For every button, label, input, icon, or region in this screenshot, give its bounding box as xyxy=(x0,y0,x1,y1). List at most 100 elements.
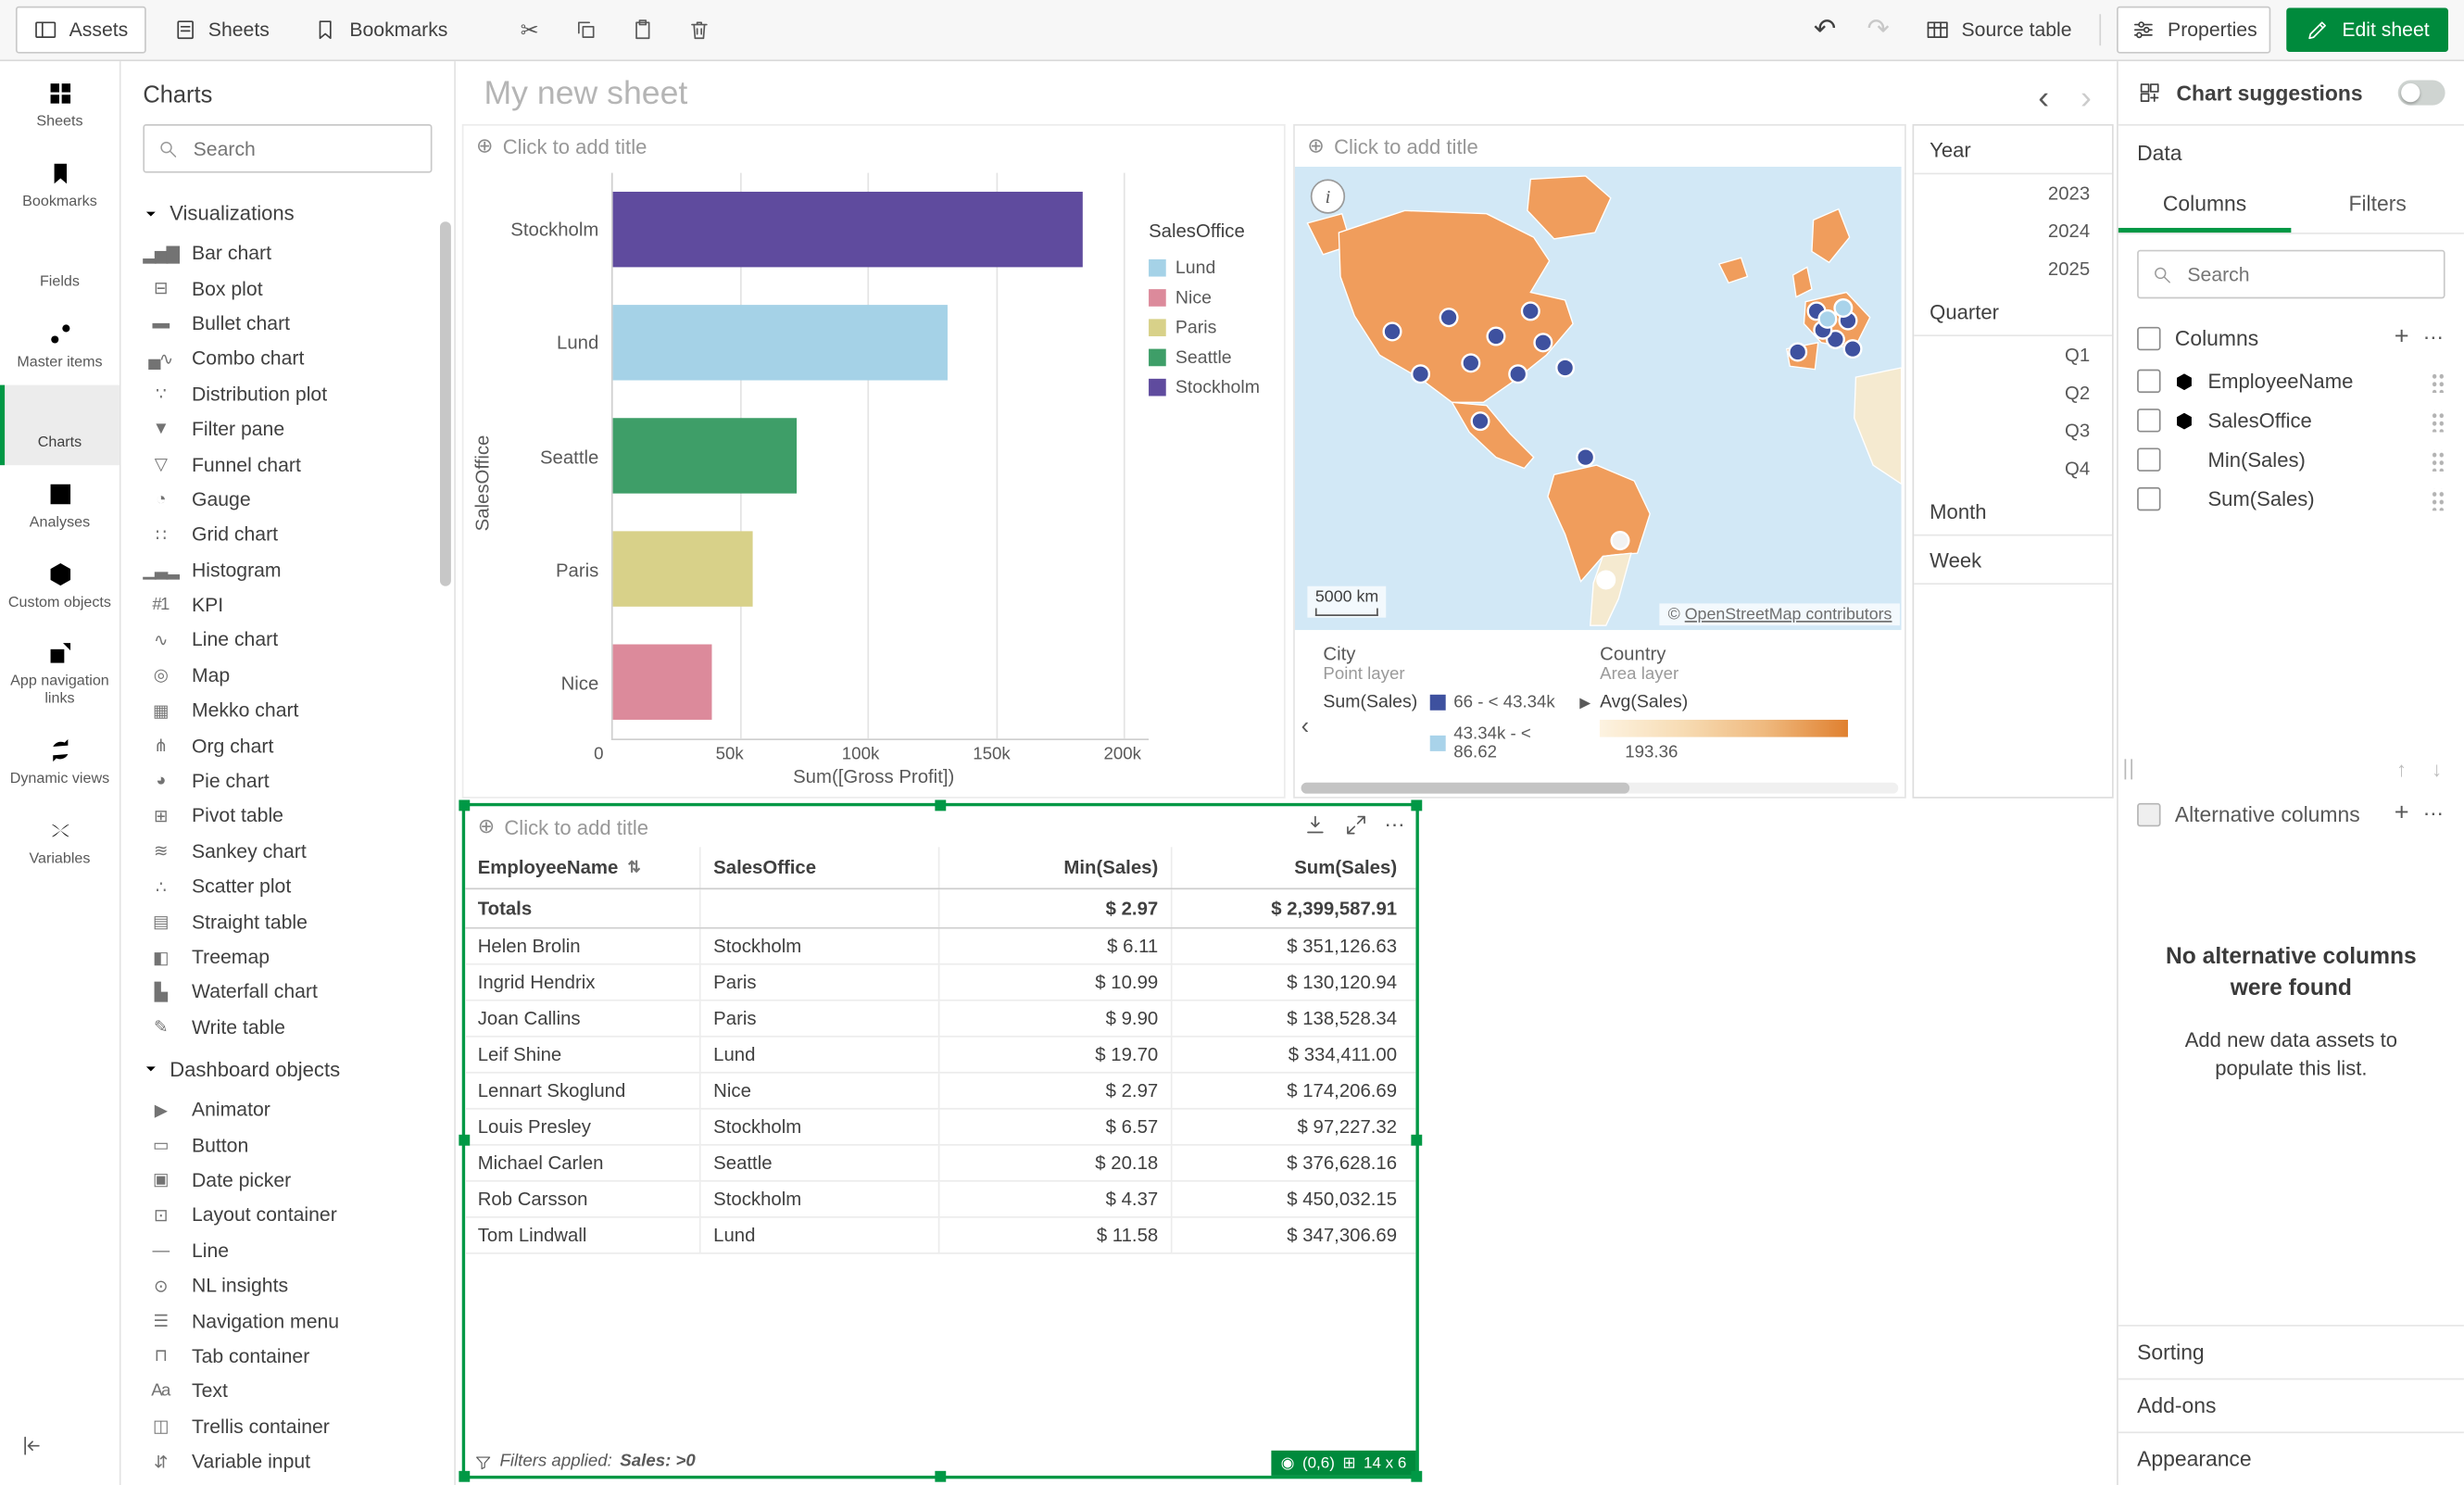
copy-button[interactable] xyxy=(562,7,610,51)
sidebar-item-bookmarks[interactable]: Bookmarks xyxy=(0,145,119,224)
chart-type-kpi[interactable]: #1KPI xyxy=(143,587,447,623)
chart-type-text[interactable]: AaText xyxy=(143,1374,447,1409)
column-checkbox[interactable] xyxy=(2137,447,2160,471)
world-map[interactable] xyxy=(1295,167,1902,630)
table-row[interactable]: Louis PresleyStockholm$ 6.57$ 97,227.32 xyxy=(465,1110,1415,1146)
accordion-sorting[interactable]: Sorting xyxy=(2118,1325,2464,1378)
legend-next-icon[interactable]: ▶ xyxy=(1579,695,1590,712)
legend-item-stockholm[interactable]: Stockholm xyxy=(1149,372,1277,402)
osm-link[interactable]: OpenStreetMap contributors xyxy=(1685,605,1892,623)
filter-section-week[interactable]: Week xyxy=(1914,535,2112,585)
table-object-selected[interactable]: ⊕ Click to add title ⋯ EmployeeName⇅Sale… xyxy=(462,803,1419,1479)
chart-type-layout-container[interactable]: ⊡Layout container xyxy=(143,1198,447,1233)
column-item-min-sales[interactable]: Min(Sales) xyxy=(2118,440,2464,479)
section-header-visualizations[interactable]: Visualizations xyxy=(143,189,447,236)
table-row[interactable]: Leif ShineLund$ 19.70$ 334,411.00 xyxy=(465,1038,1415,1074)
resize-handle-nw[interactable] xyxy=(459,799,470,811)
alternative-columns-checkbox[interactable] xyxy=(2137,802,2160,825)
section-header-dashboard-objects[interactable]: Dashboard objects xyxy=(143,1045,447,1092)
move-up-icon[interactable]: ↑ xyxy=(2396,757,2407,780)
column-header-employeename[interactable]: EmployeeName⇅ xyxy=(465,847,700,887)
drag-handle-icon[interactable] xyxy=(2431,488,2445,510)
resize-handle-ne[interactable] xyxy=(1411,799,1422,811)
column-item-employeename[interactable]: EmployeeName xyxy=(2118,361,2464,400)
column-item-salesoffice[interactable]: SalesOffice xyxy=(2118,401,2464,440)
next-sheet-button[interactable]: › xyxy=(2081,81,2092,119)
bar-seattle[interactable] xyxy=(613,419,797,494)
sidebar-item-variables[interactable]: Variables xyxy=(0,802,119,882)
map-canvas[interactable]: i 5000 km © OpenStreetMap contributors xyxy=(1295,167,1905,630)
move-down-icon[interactable]: ↓ xyxy=(2432,757,2442,780)
legend-item-paris[interactable]: Paris xyxy=(1149,313,1277,343)
tab-bookmarks[interactable]: Bookmarks xyxy=(296,6,465,54)
table-row[interactable]: Lennart SkoglundNice$ 2.97$ 174,206.69 xyxy=(465,1074,1415,1110)
columns-search-input[interactable] xyxy=(2184,261,2431,286)
chart-type-animator[interactable]: ▶Animator xyxy=(143,1092,447,1127)
table-row[interactable]: Joan CallinsParis$ 9.90$ 138,528.34 xyxy=(465,1001,1415,1038)
chart-type-navigation-menu[interactable]: ☰Navigation menu xyxy=(143,1303,447,1339)
chart-type-histogram[interactable]: ▁▃▂Histogram xyxy=(143,552,447,587)
resize-handle-sw[interactable] xyxy=(459,1471,470,1482)
cut-button[interactable]: ✂ xyxy=(506,7,553,51)
filter-section-month[interactable]: Month xyxy=(1914,487,2112,536)
chart-type-combo-chart[interactable]: ▄∿Combo chart xyxy=(143,341,447,376)
add-alternative-icon[interactable]: + xyxy=(2395,801,2409,826)
chart-type-treemap[interactable]: ◧Treemap xyxy=(143,939,447,975)
column-checkbox[interactable] xyxy=(2137,370,2160,393)
sidebar-item-custom-objects[interactable]: Custom objects xyxy=(0,545,119,624)
sidebar-item-charts[interactable]: Charts xyxy=(0,384,119,464)
accordion-appearance[interactable]: Appearance xyxy=(2118,1431,2464,1485)
column-header-min-sales[interactable]: Min(Sales) xyxy=(939,847,1172,887)
filter-value-q2[interactable]: Q2 xyxy=(1914,374,2112,412)
chart-type-scatter-plot[interactable]: ∴Scatter plot xyxy=(143,869,447,904)
sidebar-item-fields[interactable]: Fields xyxy=(0,224,119,304)
charts-search[interactable] xyxy=(143,124,432,173)
table-row[interactable]: Tom LindwallLund$ 11.58$ 347,306.69 xyxy=(465,1218,1415,1254)
legend-item-nice[interactable]: Nice xyxy=(1149,283,1277,312)
download-icon[interactable] xyxy=(1302,812,1327,837)
bar-chart-title-placeholder[interactable]: ⊕ Click to add title xyxy=(463,126,1284,167)
bar-stockholm[interactable] xyxy=(613,192,1083,267)
charts-search-input[interactable] xyxy=(190,136,418,161)
table-row[interactable]: Rob CarssonStockholm$ 4.37$ 450,032.15 xyxy=(465,1182,1415,1218)
panel-resize-grip[interactable] xyxy=(2125,759,2132,779)
chart-type-distribution-plot[interactable]: ∵Distribution plot xyxy=(143,376,447,411)
sheet-title[interactable]: My new sheet xyxy=(484,75,687,113)
chart-type-sankey-chart[interactable]: ≋Sankey chart xyxy=(143,834,447,869)
chart-type-filter-pane[interactable]: ▼Filter pane xyxy=(143,411,447,447)
sidebar-item-analyses[interactable]: Analyses xyxy=(0,464,119,544)
delete-button[interactable] xyxy=(675,7,723,51)
filter-value-2025[interactable]: 2025 xyxy=(1914,250,2112,288)
column-checkbox[interactable] xyxy=(2137,409,2160,432)
chart-type-box-plot[interactable]: ⊟Box plot xyxy=(143,271,447,306)
filter-value-q4[interactable]: Q4 xyxy=(1914,449,2112,487)
chart-suggestions-toggle[interactable] xyxy=(2398,81,2445,106)
tab-assets[interactable]: Assets xyxy=(16,6,145,54)
filter-value-2024[interactable]: 2024 xyxy=(1914,212,2112,250)
chart-type-straight-table[interactable]: ▤Straight table xyxy=(143,904,447,939)
chart-type-org-chart[interactable]: ⋔Org chart xyxy=(143,728,447,763)
chart-type-grid-chart[interactable]: ∷Grid chart xyxy=(143,517,447,552)
alternative-more-icon[interactable]: ⋯ xyxy=(2423,801,2445,826)
filter-section-year[interactable]: Year xyxy=(1914,126,2112,175)
chart-type-pivot-table[interactable]: ⊞Pivot table xyxy=(143,799,447,834)
undo-button[interactable]: ↶ xyxy=(1806,14,1844,45)
tab-sheets[interactable]: Sheets xyxy=(155,6,286,54)
column-item-sum-sales[interactable]: Sum(Sales) xyxy=(2118,479,2464,518)
map-title-placeholder[interactable]: ⊕ Click to add title xyxy=(1295,126,1905,167)
legend-item-seattle[interactable]: Seattle xyxy=(1149,343,1277,372)
chart-type-bar-chart[interactable]: ▂▅▇Bar chart xyxy=(143,235,447,271)
legend-item-lund[interactable]: Lund xyxy=(1149,253,1277,283)
map-scrollbar-thumb[interactable] xyxy=(1301,783,1630,794)
chart-type-gauge[interactable]: ◔Gauge xyxy=(143,482,447,517)
chart-type-button[interactable]: ▭Button xyxy=(143,1127,447,1163)
filter-value-q3[interactable]: Q3 xyxy=(1914,411,2112,449)
previous-sheet-button[interactable]: ‹ xyxy=(2038,81,2049,119)
table-row[interactable]: Michael CarlenSeattle$ 20.18$ 376,628.16 xyxy=(465,1146,1415,1182)
properties-button[interactable]: Properties xyxy=(2118,6,2271,54)
map-info-icon[interactable]: i xyxy=(1311,179,1345,213)
charts-panel-scrollbar[interactable] xyxy=(440,221,451,586)
chart-type-nl-insights[interactable]: ⊙NL insights xyxy=(143,1268,447,1303)
resize-handle-w[interactable] xyxy=(459,1135,470,1146)
legend-prev-icon[interactable]: ‹ xyxy=(1301,713,1309,740)
